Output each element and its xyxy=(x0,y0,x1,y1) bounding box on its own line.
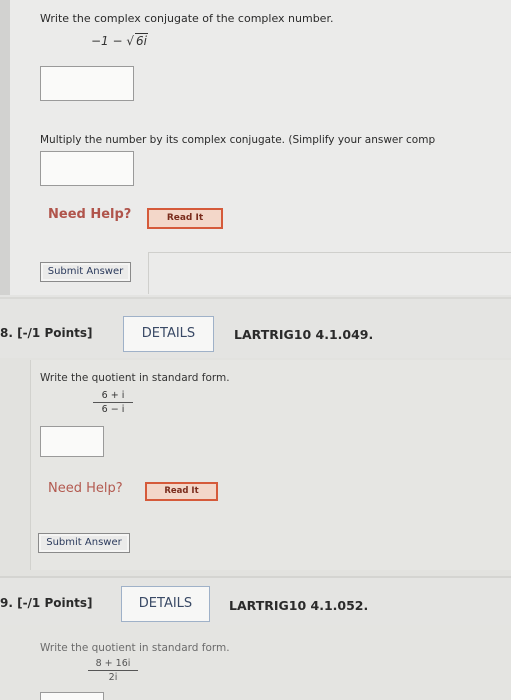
q8-fraction: 6 + i 6 − i xyxy=(93,390,133,415)
question-7-panel xyxy=(0,0,511,295)
q9-denominator: 2i xyxy=(108,672,118,683)
q9-answer-input[interactable] xyxy=(40,692,104,700)
submit-answer-button[interactable]: Submit Answer xyxy=(40,262,131,282)
q8-denominator: 6 − i xyxy=(101,404,125,415)
q8-problem-code: LARTRIG10 4.1.049. xyxy=(234,327,374,342)
q9-numerator: 8 + 16i xyxy=(88,658,138,671)
q7-multiply-prompt: Multiply the number by its complex conju… xyxy=(40,134,436,146)
product-answer-input[interactable] xyxy=(40,151,134,186)
submit-answer-button[interactable]: Submit Answer xyxy=(38,533,130,553)
q9-fraction: 8 + 16i 2i xyxy=(88,658,138,683)
q9-details-button[interactable]: DETAILS xyxy=(121,586,210,622)
q7-expression-radicand: 6i xyxy=(135,33,148,48)
need-help-label: Need Help? xyxy=(48,481,123,496)
q7-prompt: Write the complex conjugate of the compl… xyxy=(40,12,334,25)
q8-numerator: 6 + i xyxy=(93,390,133,403)
question-separator xyxy=(0,576,511,578)
q9-problem-code: LARTRIG10 4.1.052. xyxy=(229,598,369,613)
q7-expression: −1 − √ 6i xyxy=(91,33,148,48)
conjugate-answer-input[interactable] xyxy=(40,66,134,101)
q8-prompt: Write the quotient in standard form. xyxy=(40,372,230,384)
read-it-button[interactable]: Read It xyxy=(147,208,223,229)
question-9-panel xyxy=(0,625,511,700)
divider xyxy=(148,252,511,253)
divider xyxy=(148,252,149,294)
sqrt-icon: √ xyxy=(126,34,135,48)
read-it-button[interactable]: Read It xyxy=(145,482,218,501)
q8-points-label: 8. [-/1 Points] xyxy=(0,326,93,340)
q9-prompt: Write the quotient in standard form. xyxy=(40,642,230,654)
need-help-label: Need Help? xyxy=(48,207,132,222)
q8-details-button[interactable]: DETAILS xyxy=(123,316,214,352)
q9-points-label: 9. [-/1 Points] xyxy=(0,596,93,610)
question-separator xyxy=(0,297,511,299)
q8-answer-input[interactable] xyxy=(40,426,104,457)
q7-expression-prefix: −1 − xyxy=(91,34,127,48)
